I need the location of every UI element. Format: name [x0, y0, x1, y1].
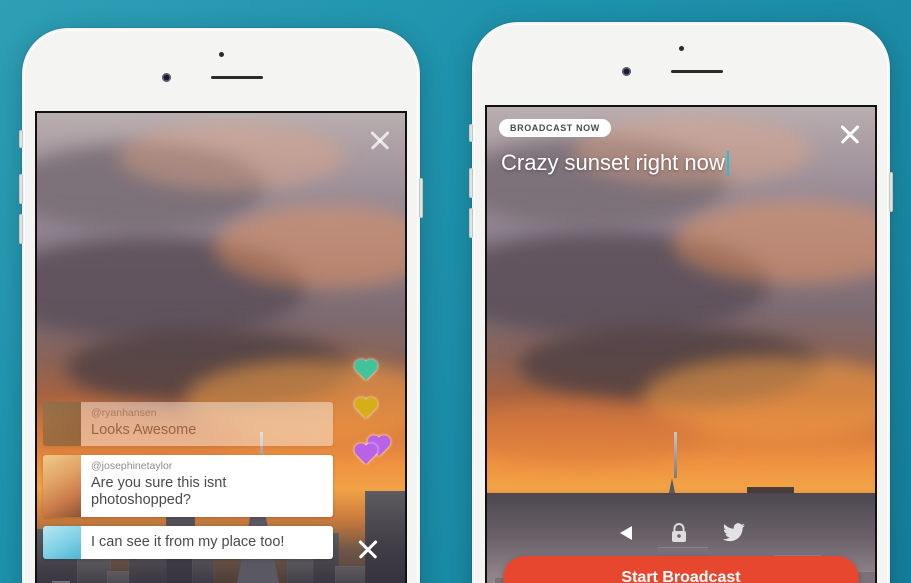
phone-left-screen: @ryanhansen Looks Awesome @josephinetayl…	[37, 113, 405, 583]
app-screenshot: @ryanhansen Looks Awesome @josephinetayl…	[0, 0, 911, 583]
broadcast-options	[487, 522, 875, 544]
broadcast-now-badge: BROADCAST NOW	[499, 119, 611, 137]
earpiece-speaker	[671, 70, 723, 73]
earpiece-speaker	[211, 76, 263, 79]
silent-switch[interactable]	[19, 130, 23, 148]
lock-icon[interactable]	[670, 522, 688, 544]
twitter-icon[interactable]	[722, 523, 746, 543]
phone-right-device: BROADCAST NOW Crazy sunset right now Sta…	[469, 22, 893, 583]
volume-down-button[interactable]	[19, 214, 23, 244]
start-broadcast-label: Start Broadcast	[621, 569, 741, 583]
text-caret	[726, 151, 730, 176]
heart-reactions	[353, 359, 399, 465]
avatar	[43, 455, 81, 517]
comment-list: @ryanhansen Looks Awesome @josephinetayl…	[43, 402, 333, 568]
comment-handle: @ryanhansen	[91, 407, 157, 420]
proximity-sensor-icon	[679, 46, 684, 51]
comment-message: Are you sure this isnt photoshopped?	[91, 474, 227, 509]
volume-down-button[interactable]	[469, 208, 473, 238]
comment-item: I can see it from my place too!	[43, 525, 333, 559]
front-camera-icon	[622, 67, 631, 76]
start-broadcast-button[interactable]: Start Broadcast	[503, 556, 859, 583]
phone-left-device: @ryanhansen Looks Awesome @josephinetayl…	[19, 28, 423, 583]
power-button[interactable]	[889, 172, 893, 212]
silent-switch[interactable]	[469, 124, 473, 142]
broadcast-title-value: Crazy sunset right now	[501, 150, 725, 176]
comment-item: @ryanhansen Looks Awesome	[43, 402, 333, 447]
proximity-sensor-icon	[219, 52, 224, 57]
phone-right-screen: BROADCAST NOW Crazy sunset right now Sta…	[487, 107, 875, 583]
power-button[interactable]	[419, 178, 423, 218]
front-camera-icon	[162, 73, 171, 82]
heart-purple-icon	[353, 443, 379, 467]
heart-purple-pair	[353, 435, 393, 465]
comment-message: I can see it from my place too!	[91, 533, 285, 550]
avatar	[43, 402, 81, 447]
close-comments-icon[interactable]	[355, 536, 381, 562]
volume-up-button[interactable]	[469, 168, 473, 198]
comment-handle: @josephinetaylor	[91, 460, 173, 473]
close-icon[interactable]	[367, 127, 393, 153]
close-icon[interactable]	[837, 121, 863, 147]
broadcast-title-input[interactable]: Crazy sunset right now	[501, 151, 861, 176]
heart-green-icon	[353, 359, 379, 383]
comment-message: Looks Awesome	[91, 421, 197, 438]
heart-gold-icon	[353, 397, 379, 421]
volume-up-button[interactable]	[19, 174, 23, 204]
location-icon[interactable]	[616, 523, 636, 543]
avatar	[43, 525, 81, 559]
comment-item: @josephinetaylor Are you sure this isnt …	[43, 455, 333, 517]
